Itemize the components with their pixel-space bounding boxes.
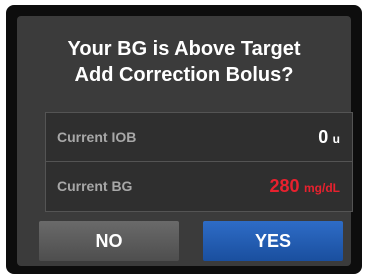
yes-button[interactable]: YES: [203, 221, 343, 261]
current-iob-row: Current IOB 0 u: [46, 113, 352, 162]
device-screen: Your BG is Above Target Add Correction B…: [6, 5, 362, 274]
dialog-title-line2: Add Correction Bolus?: [74, 64, 294, 86]
current-bg-value: 280 mg/dL: [270, 162, 341, 212]
iob-unit: u: [332, 132, 340, 146]
no-button[interactable]: NO: [39, 221, 179, 261]
dialog-title-line1: Your BG is Above Target: [67, 38, 301, 60]
bg-unit: mg/dL: [304, 181, 340, 195]
iob-number: 0: [318, 127, 329, 147]
current-bg-row: Current BG 280 mg/dL: [46, 162, 352, 210]
bg-number: 280: [269, 176, 300, 196]
current-bg-label: Current BG: [57, 178, 133, 194]
bolus-info-panel: Current IOB 0 u Current BG 280 mg/dL: [45, 112, 353, 212]
current-iob-value: 0 u: [318, 113, 340, 163]
current-iob-label: Current IOB: [57, 129, 137, 145]
dialog-title: Your BG is Above Target Add Correction B…: [17, 36, 351, 88]
